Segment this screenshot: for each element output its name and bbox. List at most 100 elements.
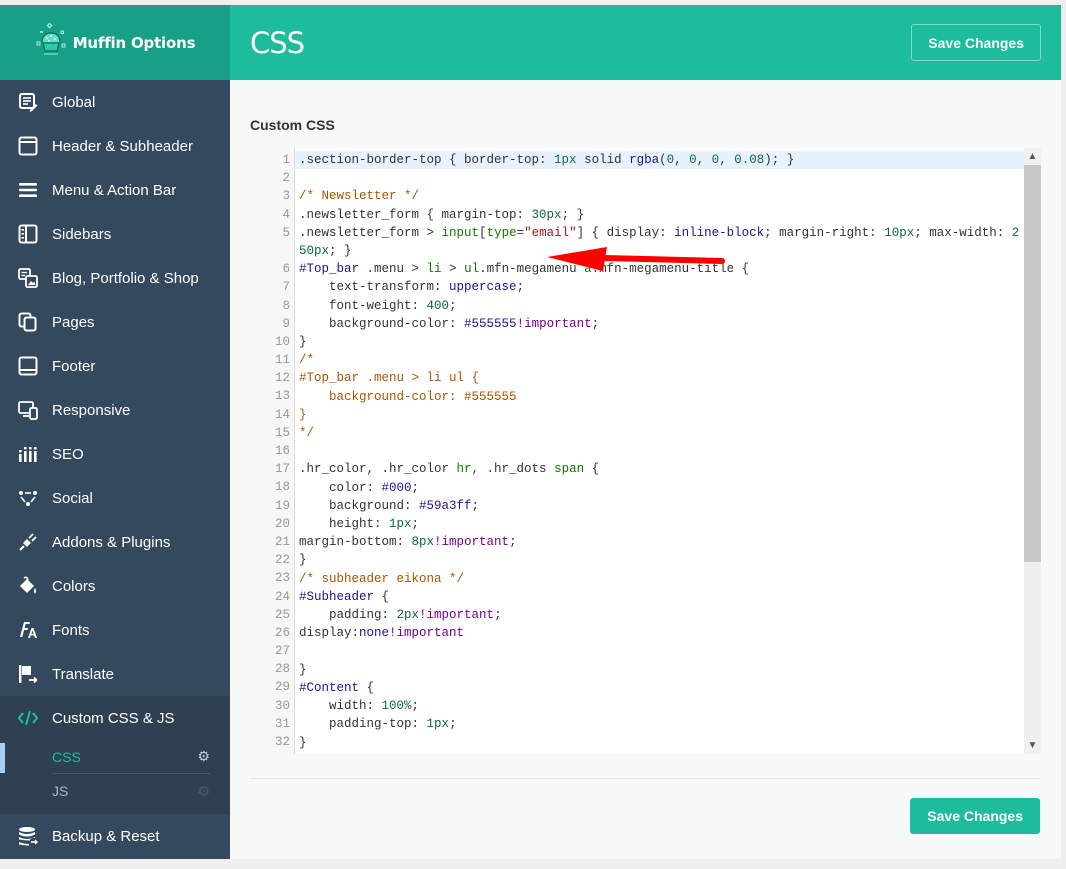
page-title: CSS <box>250 25 305 60</box>
sidebar-item-fonts[interactable]: Fonts <box>0 608 230 652</box>
code-line: padding-top: 1px; <box>295 715 1041 733</box>
code-token: 0.08 <box>734 153 765 167</box>
sidebar-item-label: Menu & Action Bar <box>52 181 177 199</box>
code-token: height: <box>299 517 390 532</box>
sidebar-item-colors[interactable]: Colors <box>0 564 230 608</box>
line-number: 28 <box>274 662 290 677</box>
submenu-item-js[interactable]: JS ⚙ <box>52 774 210 808</box>
code-token: */ <box>299 426 315 441</box>
seo-icon <box>18 444 38 464</box>
line-number: 20 <box>274 516 290 531</box>
sidebar-item-label: Global <box>52 93 96 111</box>
code-line: margin-bottom: 8px!important; <box>295 533 1041 551</box>
code-token: !important <box>419 608 495 623</box>
line-number-gutter: 1 2 3 4 5 6 7 8 9 10 11 12 13 14 15 16 17 18 19 20 21 22 23 24 2… <box>250 148 295 754</box>
line-number: 11 <box>274 353 290 368</box>
code-token: 1px <box>389 517 412 532</box>
code-token: none <box>359 626 390 641</box>
code-token: uppercase <box>449 280 517 295</box>
code-token: hr <box>456 462 472 477</box>
sidebar-item-sidebars[interactable]: Sidebars <box>0 212 230 256</box>
code-token: ul <box>464 262 480 277</box>
menu-icon <box>18 180 38 200</box>
code-token: ; } <box>329 244 352 259</box>
sidebar-item-label: Pages <box>52 313 95 331</box>
code-line: } <box>295 734 1041 752</box>
code-line: .section-border-top { border-top: 1px so… <box>295 151 1041 170</box>
code-line: } <box>295 333 1041 351</box>
sidebar-item-backup-reset[interactable]: Backup & Reset <box>0 814 230 858</box>
code-line: */ <box>295 424 1041 442</box>
code-line: /* Newsletter */ <box>295 187 1041 205</box>
sidebar-item-social[interactable]: Social <box>0 476 230 520</box>
sidebar-item-responsive[interactable]: Responsive <box>0 388 230 432</box>
save-changes-button-top[interactable]: Save Changes <box>911 24 1041 61</box>
sidebar-item-label: Blog, Portfolio & Shop <box>52 269 199 287</box>
line-number: 8 <box>282 298 290 313</box>
line-number: 13 <box>274 389 290 404</box>
code-line: height: 1px; <box>295 515 1041 533</box>
code-token: #59a3ff <box>419 498 472 513</box>
sidebar-item-label: Colors <box>52 577 96 595</box>
scrollbar-thumb[interactable] <box>1024 165 1041 562</box>
sidebar-item-menu-action-bar[interactable]: Menu & Action Bar <box>0 168 230 212</box>
sidebar-item-label: Responsive <box>52 401 131 419</box>
code-token: /* <box>299 353 315 368</box>
code-line: } <box>295 551 1041 569</box>
code-token: 30px <box>531 207 562 222</box>
sidebar-item-seo[interactable]: SEO <box>0 432 230 476</box>
sidebar-item-pages[interactable]: Pages <box>0 300 230 344</box>
sidebar-item-global[interactable]: Global <box>0 80 230 124</box>
line-number: 6 <box>282 262 290 277</box>
line-number: 29 <box>274 680 290 695</box>
code-token: } <box>299 735 307 750</box>
code-token: , <box>719 153 735 167</box>
code-line: } <box>295 406 1041 424</box>
code-token: ; max-width: <box>914 225 1012 240</box>
code-line: #Content { <box>295 679 1041 697</box>
scroll-down-arrow-icon[interactable]: ▼ <box>1024 737 1041 754</box>
line-number: 10 <box>274 334 290 349</box>
sidebar-item-footer[interactable]: Footer <box>0 344 230 388</box>
sidebars-icon <box>18 224 38 244</box>
sidebar-item-translate[interactable]: Translate <box>0 652 230 696</box>
submenu-item-label: CSS <box>52 748 81 765</box>
code-token: { <box>584 462 600 477</box>
code-area[interactable]: .section-border-top { border-top: 1px so… <box>295 148 1041 754</box>
code-token: #Content <box>299 680 360 695</box>
plugin-icon <box>18 532 38 552</box>
code-token: , <box>674 153 690 167</box>
sidebar-item-label: SEO <box>52 445 84 463</box>
code-token: #Subheader <box>299 589 375 604</box>
css-code-editor[interactable]: 1 2 3 4 5 6 7 8 9 10 11 12 13 14 15 16 17 18 19 20 21 22 23 24 2… <box>250 148 1041 754</box>
save-changes-button-bottom[interactable]: Save Changes <box>910 798 1040 834</box>
translate-icon <box>18 664 38 684</box>
code-token: /* Newsletter */ <box>299 189 420 204</box>
code-token: , .hr_dots <box>471 462 555 477</box>
sidebar-item-label: Fonts <box>52 621 90 639</box>
sidebar-item-header-subheader[interactable]: Header & Subheader <box>0 124 230 168</box>
code-token: ; margin-right: <box>764 225 885 240</box>
logo-text: Muffin Options <box>72 33 196 52</box>
code-token: span <box>554 462 585 477</box>
editor-scrollbar[interactable]: ▲ ▼ <box>1024 148 1041 754</box>
scroll-up-arrow-icon[interactable]: ▲ <box>1024 148 1041 165</box>
code-line: color: #000; <box>295 479 1041 497</box>
code-line: font-weight: 400; <box>295 297 1041 315</box>
code-token: } <box>299 335 307 350</box>
sidebar-item-addons-plugins[interactable]: Addons & Plugins <box>0 520 230 564</box>
code-token: 10px <box>884 225 915 240</box>
sidebar-item-label: Social <box>52 489 93 507</box>
line-number: 18 <box>274 480 290 495</box>
code-token: ; } <box>561 207 585 222</box>
code-token: } <box>299 407 307 422</box>
sidebar-item-custom-css-js[interactable]: Custom CSS & JS <box>0 696 230 740</box>
code-token: #000 <box>381 480 412 495</box>
top-bar: CSS Save Changes <box>230 5 1061 80</box>
line-number: 14 <box>274 407 290 422</box>
code-line: width: 100%; <box>295 697 1041 715</box>
sidebar-item-blog-portfolio-shop[interactable]: Blog, Portfolio & Shop <box>0 256 230 300</box>
fonts-icon <box>18 620 38 640</box>
submenu-item-css[interactable]: CSS ⚙ <box>0 740 210 774</box>
